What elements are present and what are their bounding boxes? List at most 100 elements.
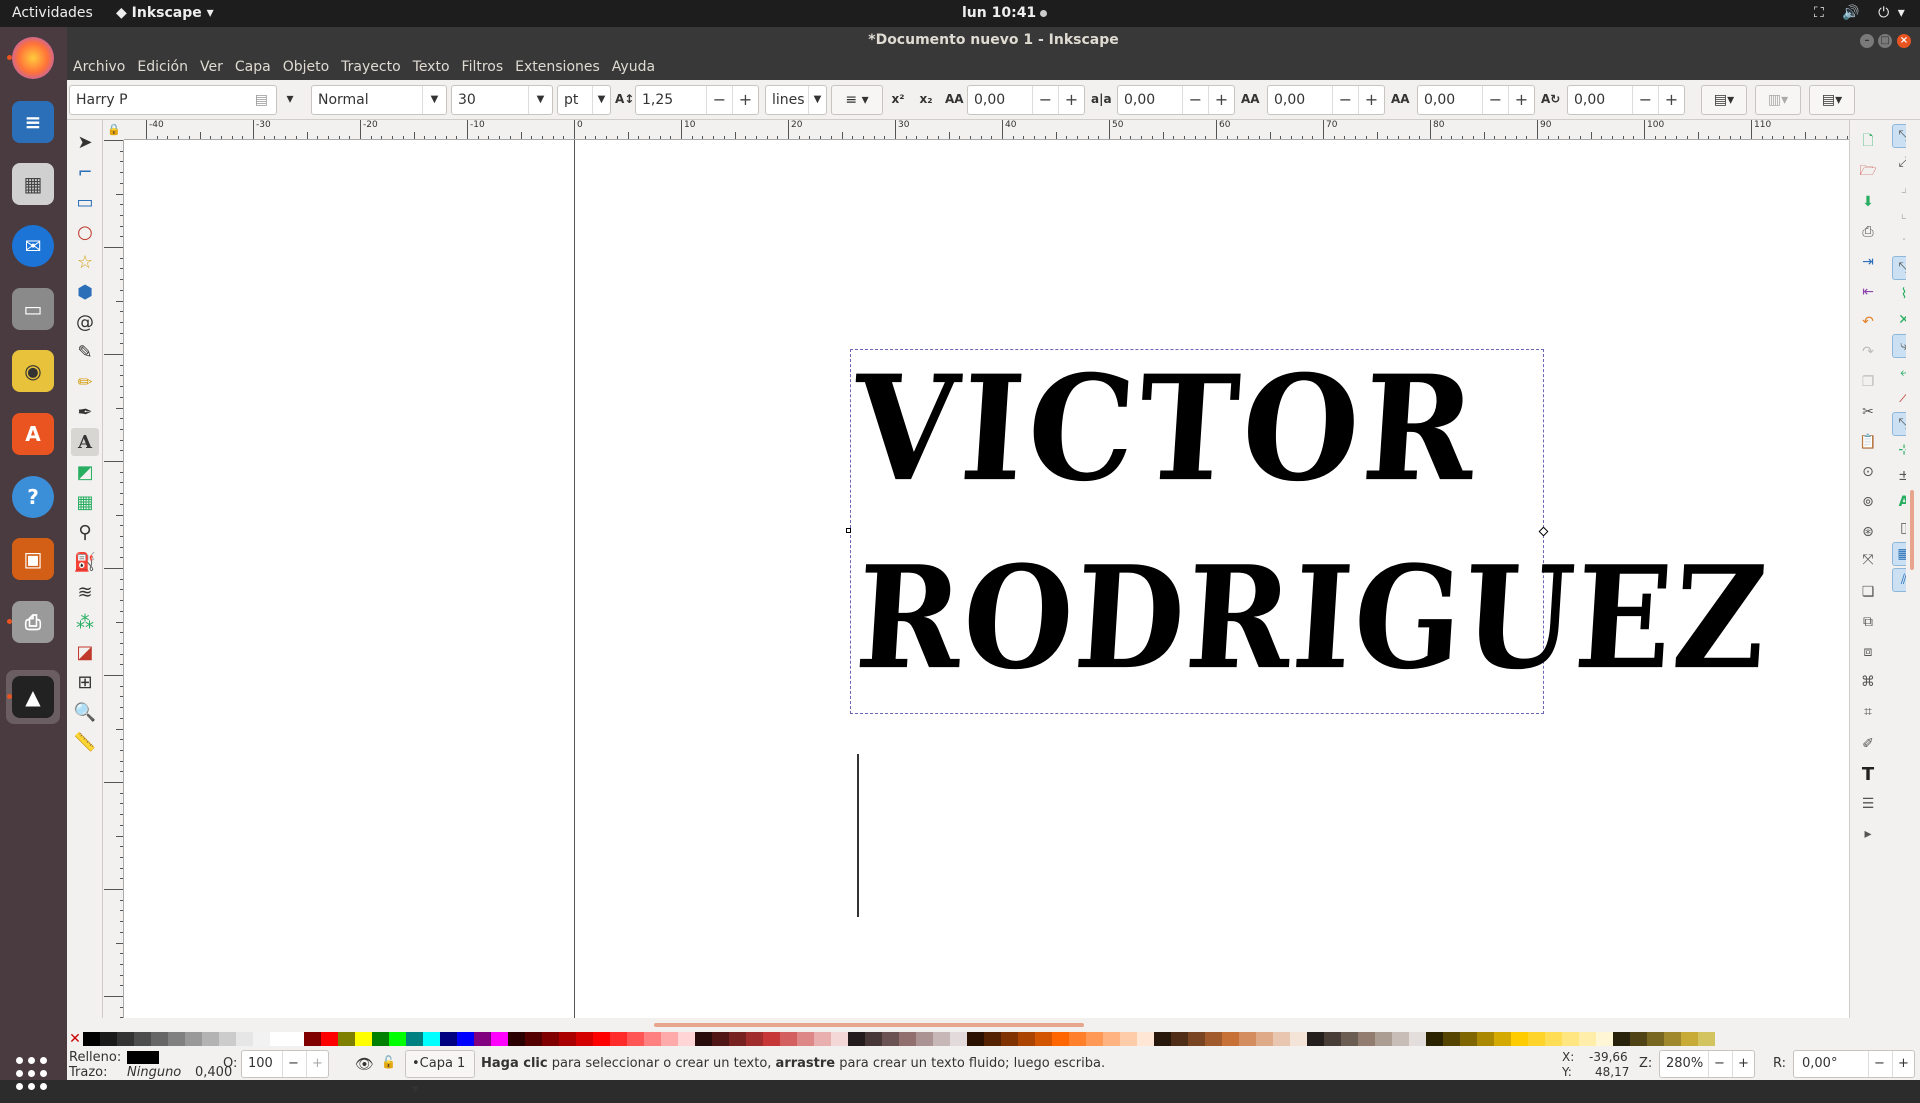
- font-family-combo[interactable]: Harry P ▤: [69, 85, 277, 115]
- palette-swatch[interactable]: [1103, 1032, 1120, 1046]
- text-line-rodriguez[interactable]: RODRIGUEZ: [852, 535, 1773, 701]
- ellipse-tool-icon[interactable]: ○: [71, 218, 99, 246]
- palette-swatch[interactable]: [185, 1032, 202, 1046]
- import-icon[interactable]: ⇥: [1856, 250, 1880, 274]
- palette-swatch[interactable]: [219, 1032, 236, 1046]
- palette-swatch[interactable]: [1188, 1032, 1205, 1046]
- undo-icon[interactable]: ↶: [1856, 310, 1880, 334]
- font-unit-combo[interactable]: pt ▼: [557, 85, 611, 115]
- text-align-button[interactable]: ≡ ▾: [831, 85, 883, 115]
- paste-icon[interactable]: 📋: [1856, 430, 1880, 454]
- palette-swatch[interactable]: [729, 1032, 746, 1046]
- palette-swatch[interactable]: [1409, 1032, 1426, 1046]
- calligraphy-tool-icon[interactable]: ✒: [71, 398, 99, 426]
- palette-swatch[interactable]: [1307, 1032, 1324, 1046]
- palette-swatch[interactable]: [950, 1032, 967, 1046]
- increment-button[interactable]: +: [306, 1051, 328, 1077]
- increment-button[interactable]: +: [1058, 86, 1084, 114]
- rectangle-tool-icon[interactable]: ▭: [71, 188, 99, 216]
- 3d-box-tool-icon[interactable]: ⬢: [71, 278, 99, 306]
- writing-mode-button[interactable]: ▤▾: [1701, 85, 1747, 115]
- palette-swatch[interactable]: [1698, 1032, 1715, 1046]
- increment-button[interactable]: +: [1892, 1051, 1914, 1077]
- palette-swatch[interactable]: [1630, 1032, 1647, 1046]
- palette-swatch[interactable]: [1392, 1032, 1409, 1046]
- palette-swatch[interactable]: [933, 1032, 950, 1046]
- menu-filtros[interactable]: Filtros: [456, 54, 510, 80]
- palette-swatch[interactable]: [1256, 1032, 1273, 1046]
- horizontal-kern-spin[interactable]: 0,00 − +: [1267, 85, 1385, 115]
- dock-printer[interactable]: ⎙: [6, 595, 60, 649]
- palette-swatch[interactable]: [304, 1032, 321, 1046]
- menu-texto[interactable]: Texto: [407, 54, 456, 80]
- palette-swatch[interactable]: [321, 1032, 338, 1046]
- toggle-lock-icon[interactable]: 🔓: [381, 1055, 396, 1069]
- palette-swatch[interactable]: [644, 1032, 661, 1046]
- palette-swatch[interactable]: [1477, 1032, 1494, 1046]
- palette-swatch[interactable]: [1137, 1032, 1154, 1046]
- palette-swatch[interactable]: [1460, 1032, 1477, 1046]
- clock[interactable]: lun 10:41: [962, 0, 1048, 27]
- text-tool-icon[interactable]: A: [71, 428, 99, 456]
- palette-swatch[interactable]: [848, 1032, 865, 1046]
- palette-swatch[interactable]: [1545, 1032, 1562, 1046]
- palette-swatch[interactable]: [865, 1032, 882, 1046]
- fill-indicator[interactable]: [127, 1051, 159, 1064]
- palette-swatch[interactable]: [797, 1032, 814, 1046]
- palette-swatch[interactable]: [1681, 1032, 1698, 1046]
- palette-swatch[interactable]: [1358, 1032, 1375, 1046]
- text-font-icon[interactable]: T: [1856, 762, 1880, 786]
- word-spacing-spin[interactable]: 0,00 − +: [1117, 85, 1235, 115]
- dock-help[interactable]: ?: [6, 470, 60, 524]
- text-orientation-button[interactable]: ▥▾: [1755, 85, 1801, 115]
- palette-swatch[interactable]: [1171, 1032, 1188, 1046]
- dock-firefox[interactable]: [6, 31, 60, 85]
- export-icon[interactable]: ⇤: [1856, 280, 1880, 304]
- toggle-visibility-icon[interactable]: 👁: [355, 1055, 374, 1073]
- increment-button[interactable]: +: [1508, 86, 1534, 114]
- layers-icon[interactable]: ☰: [1856, 792, 1880, 816]
- menu-archivo[interactable]: Archivo: [67, 54, 131, 80]
- menu-trayecto[interactable]: Trayecto: [335, 54, 406, 80]
- palette-swatch[interactable]: [627, 1032, 644, 1046]
- dock-impress[interactable]: ▣: [6, 532, 60, 586]
- show-applications-icon[interactable]: [16, 1057, 50, 1091]
- zoom-drawing-icon[interactable]: ⊚: [1856, 490, 1880, 514]
- maximize-button[interactable]: □: [1878, 34, 1892, 48]
- unlink-clone-icon[interactable]: ⧈: [1856, 640, 1880, 664]
- palette-swatch[interactable]: [780, 1032, 797, 1046]
- line-spacing-spin[interactable]: 1,25 − +: [635, 85, 759, 115]
- increment-button[interactable]: +: [1658, 86, 1684, 114]
- horizontal-ruler[interactable]: -40 -30 -20 -10 0 10 20 30 40 50 60 70 80 90 100 110: [124, 120, 1906, 140]
- palette-swatch[interactable]: [899, 1032, 916, 1046]
- vertical-ruler[interactable]: [104, 140, 124, 1018]
- palette-swatch[interactable]: [491, 1032, 508, 1046]
- minimize-button[interactable]: –: [1860, 34, 1874, 48]
- palette-swatch[interactable]: [882, 1032, 899, 1046]
- zoom-spin[interactable]: 280% − +: [1659, 1050, 1755, 1078]
- palette-swatch[interactable]: [1086, 1032, 1103, 1046]
- current-layer-dropdown[interactable]: •Capa 1 ▾: [405, 1050, 475, 1097]
- text-line-victor[interactable]: VICTOR: [848, 343, 1484, 514]
- palette-swatch[interactable]: [1511, 1032, 1528, 1046]
- palette-swatch[interactable]: [440, 1032, 457, 1046]
- palette-swatch[interactable]: [1579, 1032, 1596, 1046]
- menu-edicion[interactable]: Edición: [131, 54, 194, 80]
- dropper-tool-icon[interactable]: ⚲: [71, 518, 99, 546]
- redo-icon[interactable]: ↷: [1856, 340, 1880, 364]
- palette-swatch[interactable]: [474, 1032, 491, 1046]
- dock-software[interactable]: A: [6, 407, 60, 461]
- palette-swatch[interactable]: [117, 1032, 134, 1046]
- decrement-button[interactable]: −: [706, 86, 732, 114]
- palette-swatch[interactable]: [406, 1032, 423, 1046]
- palette-swatch[interactable]: [559, 1032, 576, 1046]
- font-family-dropdown-button[interactable]: ▾: [279, 85, 301, 115]
- decrement-button[interactable]: −: [1032, 86, 1058, 114]
- open-document-icon[interactable]: 🗁: [1856, 160, 1880, 184]
- dock-files[interactable]: ▭: [6, 282, 60, 336]
- increment-button[interactable]: +: [1732, 1051, 1754, 1077]
- palette-swatch[interactable]: [202, 1032, 219, 1046]
- new-document-icon[interactable]: 🗋: [1856, 130, 1880, 154]
- font-size-combo[interactable]: 30 ▼: [451, 85, 553, 115]
- palette-swatch[interactable]: [270, 1032, 287, 1046]
